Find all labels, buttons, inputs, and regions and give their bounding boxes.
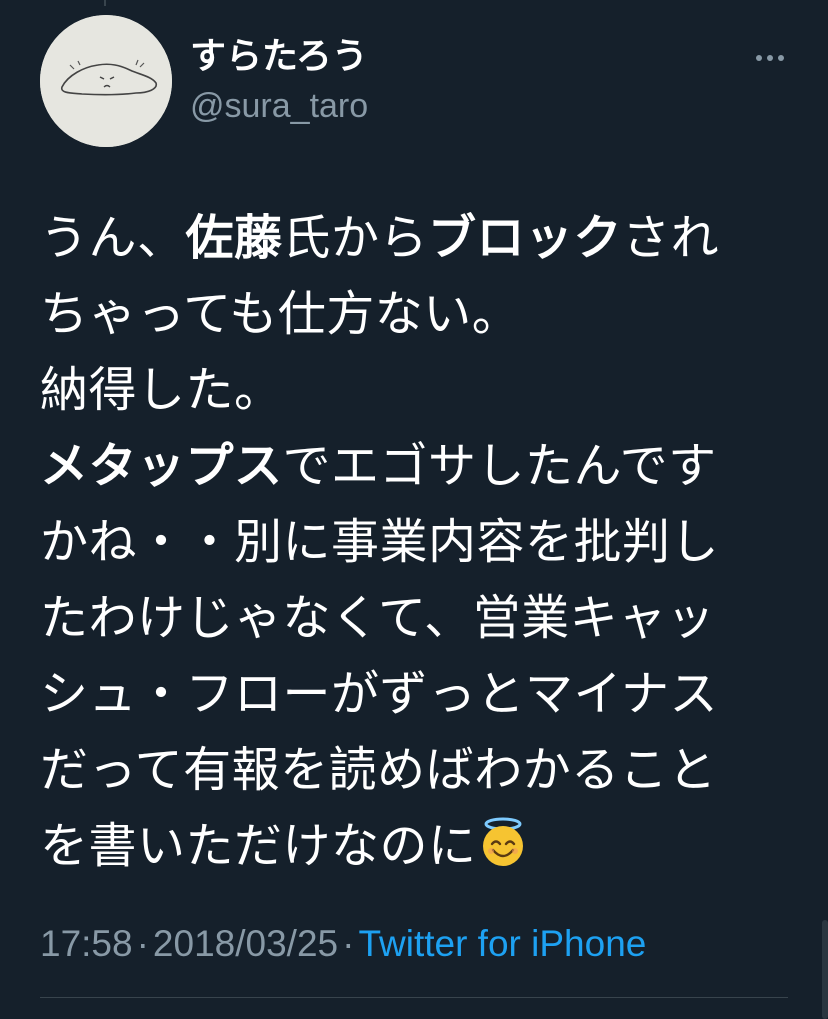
smiling-face-with-halo-icon [477,814,529,866]
tweet-text-segment: を書いただけなのに [40,818,477,874]
tweet-text: うん、佐藤氏からブロックされちゃっても仕方ない。 納得した。メタップスでエゴサした… [40,200,800,884]
tweet-text-segment: 氏から [282,210,429,266]
tweet-text-segment: たわけじゃなくて、営業キャッ [40,590,716,646]
meta-separator: · [136,923,149,964]
user-handle[interactable]: @sura_taro [190,84,368,128]
divider [40,997,788,998]
tweet-text-bold-segment: ブロック [428,210,623,266]
scrollbar[interactable] [822,920,828,1019]
tweet-text-bold-segment: メタップス [40,438,283,494]
tweet-text-segment: うん、 [40,210,186,266]
tweet-text-segment: シュ・フローがずっとマイナス [40,666,719,722]
tweet-text-bold-segment: 佐藤 [185,210,283,266]
tweet-text-segment: ちゃっても仕方ない。 [40,286,521,342]
tweet-text-segment: だって有報を読めばわかること [40,742,717,798]
avatar-drawing-icon [40,15,172,147]
tweet-metadata: 17:58 · 2018/03/25 · Twitter for iPhone [40,918,646,970]
more-horizontal-icon [756,55,784,61]
more-options-button[interactable] [750,44,790,72]
display-name[interactable]: すらたろう [190,34,368,80]
tweet-text-segment: かね・・別に事業内容を批判し [40,514,720,570]
tweet-time[interactable]: 17:58 [40,923,133,964]
tweet-date[interactable]: 2018/03/25 [153,923,338,964]
thread-connector-line [104,0,106,6]
meta-separator: · [342,923,355,964]
avatar[interactable] [40,15,172,147]
tweet-text-segment: 納得した。 [40,362,283,418]
tweet-text-segment: でエゴサしたんです [282,438,717,494]
tweet-text-segment: され [622,210,720,266]
tweet-source-link[interactable]: Twitter for iPhone [358,923,646,964]
